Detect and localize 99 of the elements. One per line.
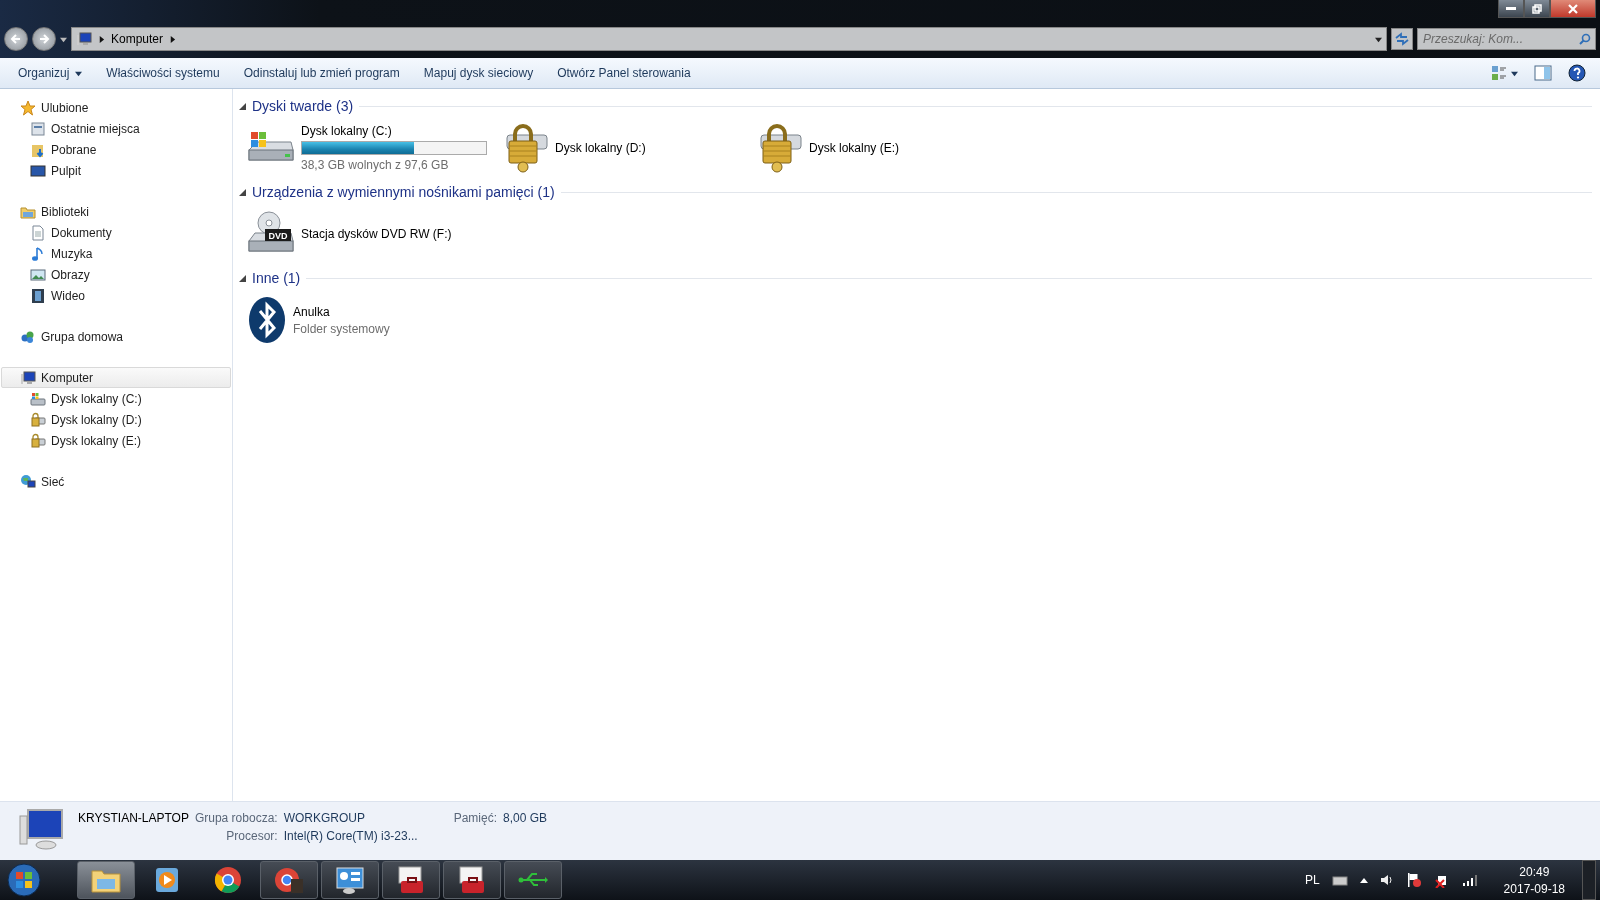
close-icon [1568, 3, 1578, 14]
sidebar-item[interactable]: Sieć [1, 471, 231, 492]
star-icon [20, 99, 36, 116]
clock-date: 2017-09-18 [1503, 881, 1565, 896]
free-space-text: 38,3 GB wolnych z 97,6 GB [301, 158, 450, 172]
history-caret-icon [60, 35, 67, 43]
drive-name[interactable]: Anulka [293, 304, 390, 319]
toolbar-button[interactable]: Mapuj dysk sieciowy [413, 62, 544, 84]
show-hidden-icons-icon[interactable] [1359, 877, 1368, 883]
restore-icon [1532, 3, 1542, 14]
address-field[interactable]: Komputer [71, 27, 1387, 51]
forward-arrow-icon [38, 33, 50, 45]
sidebar-item[interactable]: Obrazy [1, 264, 231, 285]
toolbar-button[interactable]: Organizuj [8, 62, 93, 84]
detail-value: WORKGROUP [283, 811, 366, 825]
group-header[interactable]: Inne (1) [252, 270, 301, 286]
language-indicator[interactable]: PL [1304, 873, 1320, 887]
control-panel-icon [334, 865, 366, 895]
sidebar-item[interactable]: Dysk lokalny (C:) [1, 388, 231, 409]
breadcrumb-item[interactable]: Komputer [111, 32, 164, 46]
start-button[interactable] [4, 861, 44, 899]
taskbar-app-button[interactable] [504, 861, 562, 899]
sidebar-item[interactable]: Ulubione [1, 97, 231, 118]
toolbar-button[interactable]: Właściwości systemu [96, 62, 230, 84]
network-icon [20, 473, 36, 490]
sidebar-item[interactable]: Ostatnie miejsca [1, 118, 231, 139]
computer-name: KRYSTIAN-LAPTOP [78, 811, 189, 825]
toolbar-button[interactable]: Otwórz Panel sterowania [547, 62, 701, 84]
music-note-icon [30, 245, 46, 262]
drive-name[interactable]: Dysk lokalny (D:) [555, 141, 646, 155]
help-icon [1568, 64, 1586, 82]
sidebar-item[interactable]: Dysk lokalny (D:) [1, 409, 231, 430]
taskbar-app-button[interactable] [443, 861, 501, 899]
collapse-arrow-icon [239, 188, 246, 196]
forward-button[interactable] [32, 27, 56, 51]
toolbar-button[interactable]: Odinstaluj lub zmień program [233, 62, 410, 84]
detail-label: Procesor: [225, 829, 278, 843]
keyboard-icon[interactable] [1331, 874, 1348, 886]
breadcrumb-arrow-icon [169, 35, 177, 43]
drive-name[interactable]: Stacja dysków DVD RW (F:) [301, 227, 452, 241]
sidebar-item[interactable]: Pobrane [1, 139, 231, 160]
sidebar-item[interactable]: Komputer [1, 367, 231, 388]
taskbar-app-button[interactable] [260, 861, 318, 899]
search-field[interactable]: Przeszukaj: Kom... [1417, 28, 1596, 50]
back-button[interactable] [4, 27, 28, 51]
breadcrumb-arrow-icon [98, 35, 105, 43]
preview-pane-icon [1534, 65, 1552, 81]
search-icon [1579, 33, 1591, 45]
speaker-icon[interactable] [1379, 873, 1394, 887]
collapse-arrow-icon [239, 102, 246, 110]
locked-drive-icon [30, 432, 46, 449]
refresh-button[interactable] [1391, 28, 1413, 50]
dropdown-caret-icon [1375, 35, 1382, 43]
drive-name[interactable]: Dysk lokalny (C:) [301, 124, 487, 138]
sidebar-item[interactable]: Muzyka [1, 243, 231, 264]
dropdown-caret-icon [1511, 69, 1518, 77]
sidebar-item[interactable]: Wideo [1, 285, 231, 306]
back-arrow-icon [10, 33, 22, 45]
detail-label: Pamięć: [453, 811, 498, 825]
detail-value: 8,00 GB [503, 811, 548, 825]
drive-name[interactable]: Dysk lokalny (E:) [809, 141, 900, 155]
sidebar-item[interactable]: Dokumenty [1, 222, 231, 243]
clock-time: 20:49 [1519, 864, 1550, 879]
start-orb-icon [7, 863, 41, 897]
refresh-icon [1394, 32, 1410, 46]
computer-icon [76, 31, 92, 47]
group-header[interactable]: Urządzenia z wymiennymi nośnikami pamięci (1) [252, 184, 555, 200]
computer-icon [20, 369, 36, 386]
document-icon [30, 224, 46, 241]
bluetooth-icon [247, 296, 287, 344]
minimize-button[interactable] [1498, 0, 1524, 18]
detail-label: Grupa robocza: [194, 811, 278, 825]
group-header[interactable]: Dyski twarde (3) [252, 98, 354, 114]
close-button[interactable] [1550, 0, 1596, 18]
taskbar-app-button[interactable] [382, 861, 440, 899]
flag-error-icon[interactable] [1405, 872, 1422, 888]
taskbar-app-button[interactable] [321, 861, 379, 899]
collapse-arrow-icon [239, 274, 246, 282]
clock[interactable]: 20:49 2017-09-18 [1503, 864, 1565, 896]
detail-value: Intel(R) Core(TM) i3-23... [283, 829, 418, 843]
item-subtitle: Folder systemowy [293, 321, 390, 336]
sidebar-item[interactable]: Biblioteki [1, 201, 231, 222]
chrome-icon [273, 865, 305, 895]
locked-drive-icon [30, 411, 46, 428]
signal-bars-icon[interactable] [1461, 874, 1478, 886]
recent-places-icon [30, 120, 46, 137]
computer-icon [16, 808, 64, 850]
film-icon [30, 287, 46, 304]
chrome-icon [212, 865, 244, 895]
restore-button[interactable] [1524, 0, 1550, 18]
view-list-icon [1491, 65, 1507, 81]
desktop-icon [30, 162, 46, 179]
picture-icon [30, 266, 46, 283]
minimize-icon [1506, 6, 1516, 11]
sidebar-item[interactable]: Pulpit [1, 160, 231, 181]
sidebar-item[interactable]: Grupa domowa [1, 326, 231, 347]
dropdown-caret-icon [75, 69, 83, 77]
drive-icon [30, 390, 46, 407]
sidebar-item[interactable]: Dysk lokalny (E:) [1, 430, 231, 451]
